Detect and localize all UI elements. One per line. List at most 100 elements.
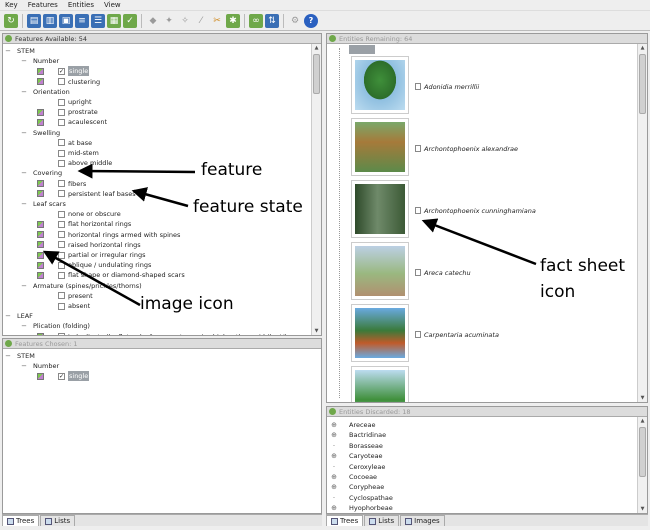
settings-icon[interactable]: ⚙ <box>288 14 302 28</box>
tree-row[interactable]: clustering <box>3 77 311 87</box>
image-icon[interactable] <box>37 251 44 259</box>
state-checkbox[interactable] <box>58 159 65 167</box>
wand-icon[interactable]: ✦ <box>162 14 176 28</box>
tree-row[interactable]: horizontal rings armed with spines <box>3 230 311 240</box>
fact-sheet-icon[interactable] <box>415 207 421 214</box>
entity-thumbnail[interactable] <box>351 366 409 402</box>
expand-toggle-icon[interactable]: − <box>5 48 11 55</box>
tag-icon[interactable]: ◆ <box>146 14 160 28</box>
state-checkbox[interactable] <box>58 108 65 116</box>
help-icon[interactable]: ? <box>304 13 318 28</box>
tab-lists-left[interactable]: Lists <box>40 515 76 526</box>
expand-toggle-icon[interactable]: ⊕ <box>331 484 337 491</box>
tab-lists-right[interactable]: Lists <box>364 515 400 526</box>
tree-row[interactable]: mid-stem <box>3 148 311 158</box>
scroll-down-icon[interactable]: ▼ <box>638 394 647 402</box>
tree-row[interactable]: − Orientation <box>3 87 311 97</box>
tab-trees-left[interactable]: Trees <box>2 515 40 526</box>
tree-view-icon[interactable]: ☰ <box>91 13 105 28</box>
state-checkbox[interactable] <box>58 292 65 300</box>
entities-remaining-scrollbar[interactable]: ▲ ▼ <box>637 44 647 402</box>
scroll-thumb[interactable] <box>639 54 646 114</box>
state-checkbox[interactable] <box>58 180 65 188</box>
image-view-icon[interactable]: ▦ <box>107 13 121 28</box>
tree-row[interactable]: − Covering <box>3 168 311 178</box>
fact-sheet-icon[interactable] <box>415 331 421 338</box>
scroll-thumb[interactable] <box>639 427 646 477</box>
scroll-down-icon[interactable]: ▼ <box>312 327 321 335</box>
image-icon[interactable] <box>37 108 44 116</box>
tree-row[interactable]: induplicate (leaflet or leaf segment mar… <box>3 332 311 335</box>
tree-row[interactable]: flat shape or diamond-shaped scars <box>3 270 311 280</box>
wand-disabled-icon[interactable]: ⁄ <box>194 14 208 28</box>
tree-row[interactable]: acaulescent <box>3 117 311 127</box>
tree-row[interactable]: ✓ single <box>3 66 311 77</box>
entity-thumbnail[interactable] <box>351 242 409 300</box>
image-icon[interactable] <box>37 180 44 188</box>
menu-view[interactable]: View <box>99 1 126 9</box>
tree-row[interactable]: − STEM <box>3 351 311 361</box>
state-checkbox[interactable] <box>58 118 65 126</box>
image-icon[interactable] <box>37 333 44 335</box>
state-checkbox[interactable] <box>58 231 65 239</box>
expand-toggle-icon[interactable]: − <box>21 201 27 208</box>
expand-toggle-icon[interactable]: − <box>21 58 27 65</box>
expand-toggle-icon[interactable]: ⊕ <box>331 474 337 481</box>
fact-sheet-icon[interactable] <box>415 145 421 152</box>
wand-alt-icon[interactable]: ✧ <box>178 14 192 28</box>
tree-row[interactable]: raised horizontal rings <box>3 240 311 250</box>
restart-icon[interactable]: ↻ <box>4 13 18 28</box>
state-checkbox[interactable] <box>58 271 65 279</box>
state-checkbox[interactable] <box>58 261 65 269</box>
fact-sheet-icon[interactable] <box>415 269 421 276</box>
image-icon[interactable] <box>37 118 44 126</box>
expand-toggle-icon[interactable]: − <box>21 363 27 370</box>
filter-icon[interactable]: ✱ <box>226 13 240 28</box>
menu-entities[interactable]: Entities <box>63 1 99 9</box>
check-icon[interactable]: ✓ <box>123 13 137 28</box>
image-icon[interactable] <box>37 271 44 279</box>
tree-row[interactable]: − Number <box>3 56 311 66</box>
expand-toggle-icon[interactable]: − <box>5 353 11 360</box>
state-checkbox[interactable] <box>58 251 65 259</box>
expand-toggle-icon[interactable]: − <box>21 88 27 95</box>
entity-thumbnail[interactable] <box>351 304 409 362</box>
fact-sheet-icon[interactable] <box>415 83 421 90</box>
image-icon[interactable] <box>37 261 44 269</box>
tree-row[interactable]: at base <box>3 138 311 148</box>
menu-features[interactable]: Features <box>23 1 63 9</box>
image-icon[interactable] <box>37 231 44 239</box>
entity-thumbnail[interactable] <box>351 118 409 176</box>
expand-toggle-icon[interactable]: − <box>5 313 11 320</box>
features-available-scrollbar[interactable]: ▲ ▼ <box>311 44 321 335</box>
tree-row[interactable]: − STEM <box>3 46 311 56</box>
scroll-up-icon[interactable]: ▲ <box>638 417 647 425</box>
expand-toggle-icon[interactable]: ⊕ <box>331 453 337 460</box>
menu-key[interactable]: Key <box>0 1 23 9</box>
open-key-icon[interactable]: ▤ <box>27 13 41 28</box>
list-view-icon[interactable]: ≡ <box>75 13 89 28</box>
state-checkbox[interactable] <box>58 302 65 310</box>
scroll-thumb[interactable] <box>313 54 320 94</box>
state-checkbox[interactable] <box>58 210 65 218</box>
tree-row[interactable]: − Plication (folding) <box>3 321 311 331</box>
state-checkbox[interactable]: ✓ <box>58 67 65 75</box>
expand-toggle-icon[interactable]: − <box>21 129 27 136</box>
scroll-up-icon[interactable]: ▲ <box>312 44 321 52</box>
scissors-icon[interactable]: ✂ <box>210 14 224 28</box>
expand-toggle-icon[interactable]: ⊕ <box>331 432 337 439</box>
state-checkbox[interactable] <box>58 190 65 198</box>
save-icon[interactable]: ▥ <box>43 13 57 28</box>
features-chosen-tree[interactable]: − STEM − Number ✓ single <box>3 349 311 513</box>
state-checkbox[interactable] <box>58 333 65 335</box>
tree-row[interactable]: ✓ single <box>3 371 311 382</box>
state-checkbox[interactable] <box>58 139 65 147</box>
tree-row[interactable]: partial or irregular rings <box>3 250 311 260</box>
scroll-down-icon[interactable]: ▼ <box>638 505 647 513</box>
image-icon[interactable] <box>37 220 44 228</box>
tree-row[interactable]: upright <box>3 97 311 107</box>
state-checkbox[interactable] <box>58 78 65 86</box>
expand-toggle-icon[interactable]: ⊕ <box>331 505 337 512</box>
entity-thumbnail[interactable] <box>351 180 409 238</box>
entity-thumbnail[interactable] <box>351 56 409 114</box>
